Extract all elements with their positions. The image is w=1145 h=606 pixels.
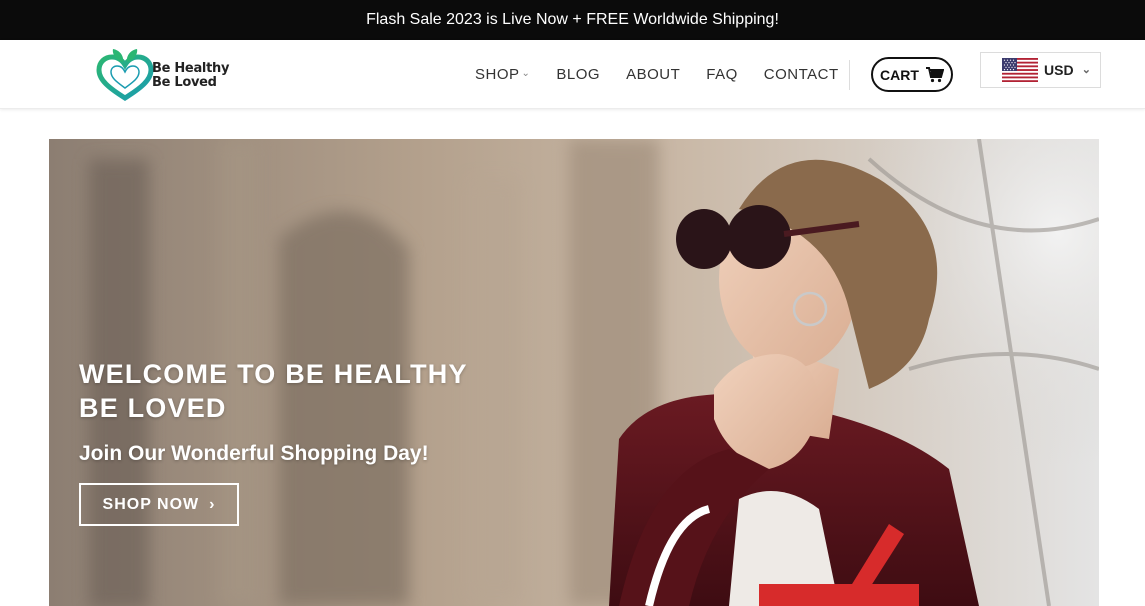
nav-divider (849, 60, 850, 90)
nav-item-faq[interactable]: FAQ (706, 66, 738, 83)
cart-icon (925, 66, 944, 82)
cart-button[interactable]: CART (871, 57, 953, 92)
nav-item-label: BLOG (556, 66, 601, 83)
hero-title-line-1: WELCOME TO BE HEALTHY (79, 359, 468, 389)
nav-item-shop[interactable]: SHOP ⌄ (475, 66, 530, 83)
logo-line-1: Be Healthy (152, 61, 230, 76)
chevron-right-icon: › (209, 495, 216, 513)
announcement-text: Flash Sale 2023 is Live Now + FREE World… (366, 11, 779, 28)
main-nav: SHOP ⌄ BLOG ABOUT FAQ CONTACT (475, 66, 839, 83)
nav-item-label: CONTACT (763, 66, 839, 83)
logo-text: Be Healthy Be Loved (152, 62, 229, 90)
nav-item-about[interactable]: ABOUT (626, 66, 680, 83)
cart-label: CART (880, 66, 919, 83)
announcement-bar: Flash Sale 2023 is Live Now + FREE World… (0, 0, 1145, 40)
nav-item-contact[interactable]: CONTACT (764, 66, 839, 83)
heart-leaf-icon (96, 49, 154, 101)
us-flag-icon (1002, 58, 1038, 82)
nav-item-blog[interactable]: BLOG (556, 66, 600, 83)
hero-title-line-2: BE LOVED (79, 393, 227, 423)
site-logo[interactable]: Be Healthy Be Loved (95, 48, 255, 104)
currency-value: USD (1044, 62, 1074, 78)
currency-selector[interactable]: USD ⌄ (980, 52, 1101, 88)
site-header: Be Healthy Be Loved SHOP ⌄ BLOG ABOUT FA… (0, 40, 1145, 109)
hero-banner: WELCOME TO BE HEALTHY BE LOVED Join Our … (49, 139, 1099, 606)
chevron-down-icon: ⌄ (1081, 64, 1091, 76)
nav-item-label: SHOP (475, 66, 520, 83)
nav-item-label: FAQ (706, 66, 738, 83)
shop-now-label: SHOP NOW (102, 495, 200, 513)
hero-title: WELCOME TO BE HEALTHY BE LOVED (79, 357, 499, 425)
chevron-down-icon: ⌄ (521, 68, 531, 79)
hero-subtitle: Join Our Wonderful Shopping Day! (79, 442, 429, 465)
nav-item-label: ABOUT (626, 66, 681, 83)
shop-now-button[interactable]: SHOP NOW › (79, 483, 239, 526)
logo-line-2: Be Loved (152, 75, 217, 90)
